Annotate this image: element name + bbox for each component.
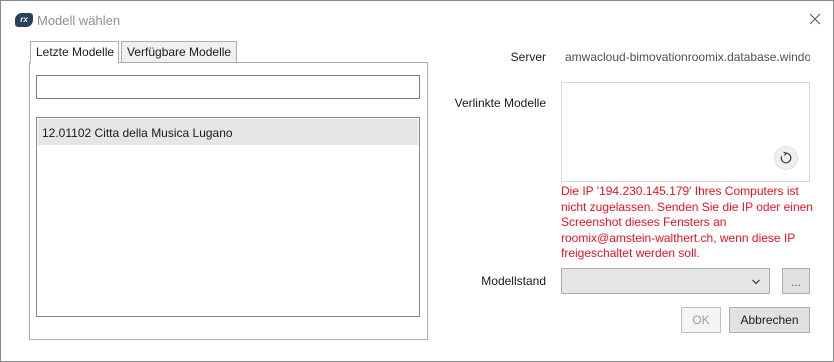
title-bar: rx Modell wählen bbox=[1, 1, 833, 35]
ip-error-message: Die IP '194.230.145.179' Ihres Computers… bbox=[561, 184, 813, 260]
linked-models-list[interactable] bbox=[561, 82, 810, 182]
filter-input[interactable] bbox=[36, 75, 420, 99]
ok-button[interactable]: OK bbox=[681, 307, 721, 333]
tab-available-models[interactable]: Verfügbare Modelle bbox=[121, 41, 237, 63]
list-item[interactable]: 12.01102 Citta della Musica Lugano bbox=[38, 119, 418, 145]
server-label: Server bbox=[510, 50, 546, 64]
window-title: Modell wählen bbox=[37, 13, 121, 28]
dialog-window: rx Modell wählen Letzte Modelle Verfügba… bbox=[0, 0, 834, 362]
cancel-button[interactable]: Abbrechen bbox=[729, 307, 810, 333]
linked-models-label: Verlinkte Modelle bbox=[454, 96, 546, 110]
chevron-down-icon bbox=[752, 279, 760, 285]
model-list[interactable]: 12.01102 Citta della Musica Lugano bbox=[36, 117, 420, 317]
server-value: amwacloud-bimovationroomix.database.wind… bbox=[565, 50, 810, 64]
roomix-logo-icon: rx bbox=[15, 13, 33, 27]
close-icon[interactable] bbox=[807, 11, 823, 27]
browse-button[interactable]: ... bbox=[782, 268, 810, 294]
model-state-select[interactable] bbox=[561, 268, 770, 294]
tab-recent-models[interactable]: Letzte Modelle bbox=[30, 41, 119, 64]
refresh-icon[interactable] bbox=[774, 146, 798, 170]
model-state-label: Modellstand bbox=[481, 274, 546, 288]
